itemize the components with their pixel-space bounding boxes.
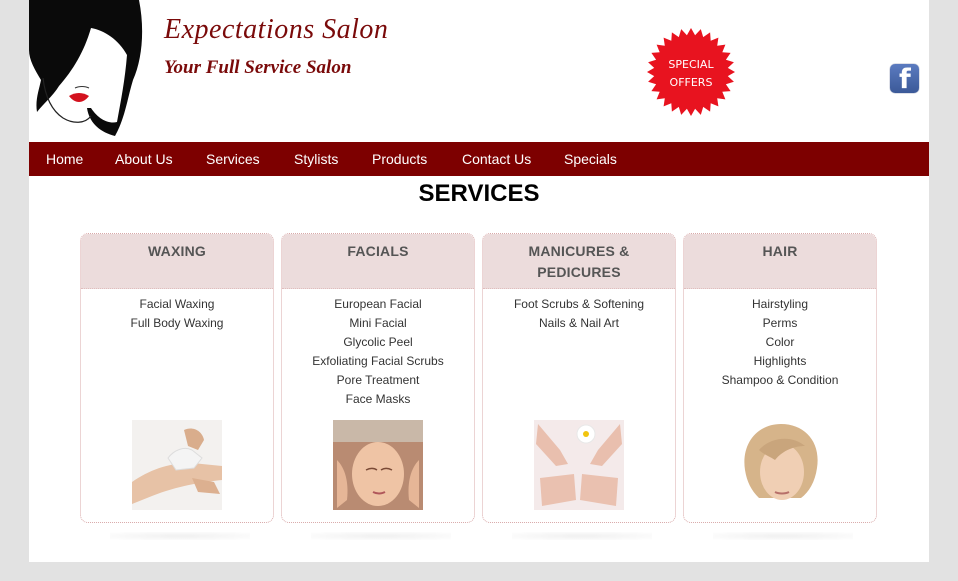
service-item: European Facial (334, 297, 422, 311)
salon-logo-image (29, 0, 149, 140)
special-offers-line1: SPECIAL (668, 58, 714, 71)
special-offers-badge[interactable]: SPECIAL OFFERS (646, 27, 736, 117)
service-card-waxing: WAXING Facial Waxing Full Body Waxing (80, 233, 274, 523)
nav-about-us[interactable]: About Us (115, 142, 173, 176)
service-item: Pore Treatment (336, 373, 420, 387)
service-item: Hairstyling (751, 297, 808, 311)
service-item: Color (765, 335, 795, 349)
special-offers-line2: OFFERS (669, 76, 713, 89)
service-card-manicures-pedicures: MANICURES & PEDICURES Foot Scrubs & Soft… (482, 233, 676, 523)
facial-photo (333, 420, 423, 510)
service-item: Perms (762, 316, 798, 330)
service-item: Full Body Waxing (130, 316, 224, 330)
nav-products[interactable]: Products (372, 142, 427, 176)
manicure-photo (534, 420, 624, 510)
service-item: Nails & Nail Art (538, 316, 620, 330)
service-list: Foot Scrubs & Softening Nails & Nail Art (483, 295, 675, 333)
service-item: Mini Facial (349, 316, 407, 330)
site-title: Expectations Salon (164, 14, 389, 45)
service-list: Hairstyling Perms Color Highlights Shamp… (684, 295, 876, 390)
page-container: Expectations Salon Your Full Service Sal… (29, 0, 929, 562)
service-card-title: FACIALS (282, 234, 474, 289)
waxing-photo (132, 420, 222, 510)
card-shadow (110, 532, 250, 540)
main-nav: Home About Us Services Stylists Products… (29, 142, 929, 176)
nav-services[interactable]: Services (206, 142, 260, 176)
nav-contact-us[interactable]: Contact Us (462, 142, 531, 176)
service-list: Facial Waxing Full Body Waxing (81, 295, 273, 333)
nav-stylists[interactable]: Stylists (294, 142, 338, 176)
nav-home[interactable]: Home (46, 142, 83, 176)
service-item: Face Masks (345, 392, 411, 406)
service-item: Highlights (753, 354, 807, 368)
card-shadow (311, 532, 451, 540)
service-item: Foot Scrubs & Softening (513, 297, 645, 311)
card-shadow (713, 532, 853, 540)
facebook-icon[interactable]: f (890, 64, 919, 93)
page-heading: SERVICES (418, 180, 540, 207)
service-item: Exfoliating Facial Scrubs (312, 354, 444, 368)
nav-specials[interactable]: Specials (564, 142, 617, 176)
service-card-hair: HAIR Hairstyling Perms Color Highlights … (683, 233, 877, 523)
card-shadow (512, 532, 652, 540)
service-item: Glycolic Peel (343, 335, 413, 349)
service-item: Facial Waxing (139, 297, 215, 311)
service-card-title: HAIR (684, 234, 876, 289)
service-card-title: MANICURES & PEDICURES (483, 234, 675, 289)
hair-photo (735, 420, 825, 510)
site-tagline: Your Full Service Salon (164, 57, 352, 78)
service-list: European Facial Mini Facial Glycolic Pee… (282, 295, 474, 409)
service-card-facials: FACIALS European Facial Mini Facial Glyc… (281, 233, 475, 523)
service-item: Shampoo & Condition (721, 373, 839, 387)
service-card-title: WAXING (81, 234, 273, 289)
